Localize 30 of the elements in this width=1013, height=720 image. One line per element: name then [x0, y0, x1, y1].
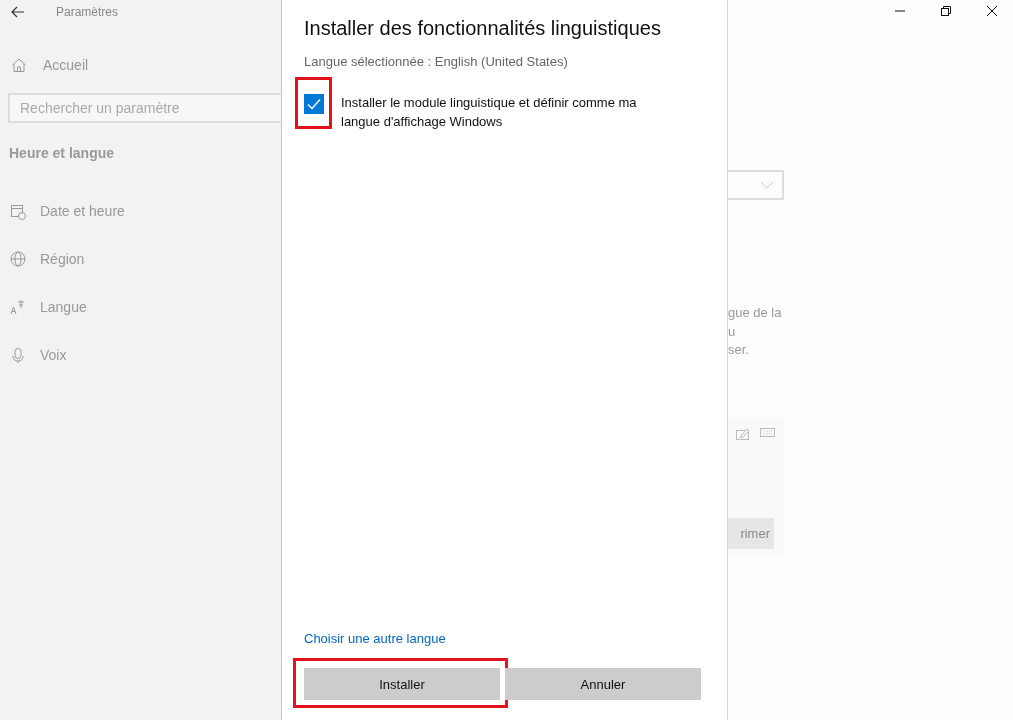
restore-icon[interactable] [940, 5, 952, 17]
description-text: u [728, 322, 736, 341]
checkbox[interactable] [304, 94, 324, 114]
install-button[interactable]: Installer [304, 668, 500, 700]
description-text: ser. [728, 341, 749, 359]
globe-icon [10, 250, 26, 268]
description-text: gue de la [728, 304, 782, 322]
search-field[interactable]: Rechercher un paramètre [8, 93, 281, 123]
selected-language-text: Langue sélectionnée : English (United States) [304, 54, 569, 69]
home-icon [11, 57, 27, 73]
chevron-down-icon [760, 181, 774, 189]
dialog-title: Installer des fonctionnalités linguistiques [304, 17, 662, 40]
window-title: Paramètres [56, 5, 119, 19]
calendar-icon [10, 202, 26, 220]
sidebar-item[interactable]: Voix [10, 331, 67, 379]
section-heading: Heure et langue [9, 145, 116, 161]
language-icon [10, 298, 26, 316]
sidebar-item[interactable]: Région [10, 235, 85, 283]
microphone-icon [10, 346, 26, 364]
cancel-button[interactable]: Annuler [505, 668, 701, 700]
sidebar-item[interactable]: Date et heure [10, 187, 125, 235]
sidebar-item[interactable]: Langue [10, 283, 87, 331]
checkbox-label: Installer le module linguistique et définir comme ma langue d'affichage Windows [341, 94, 638, 131]
choose-language-link[interactable]: Choisir une autre langue [304, 631, 446, 646]
back-icon[interactable] [11, 6, 25, 18]
keyboard-icon [760, 427, 775, 437]
pen-icon [736, 427, 750, 440]
home-nav-item[interactable]: Accueil [10, 57, 89, 73]
remove-button[interactable]: rimer [728, 517, 774, 549]
close-icon[interactable] [986, 5, 998, 17]
